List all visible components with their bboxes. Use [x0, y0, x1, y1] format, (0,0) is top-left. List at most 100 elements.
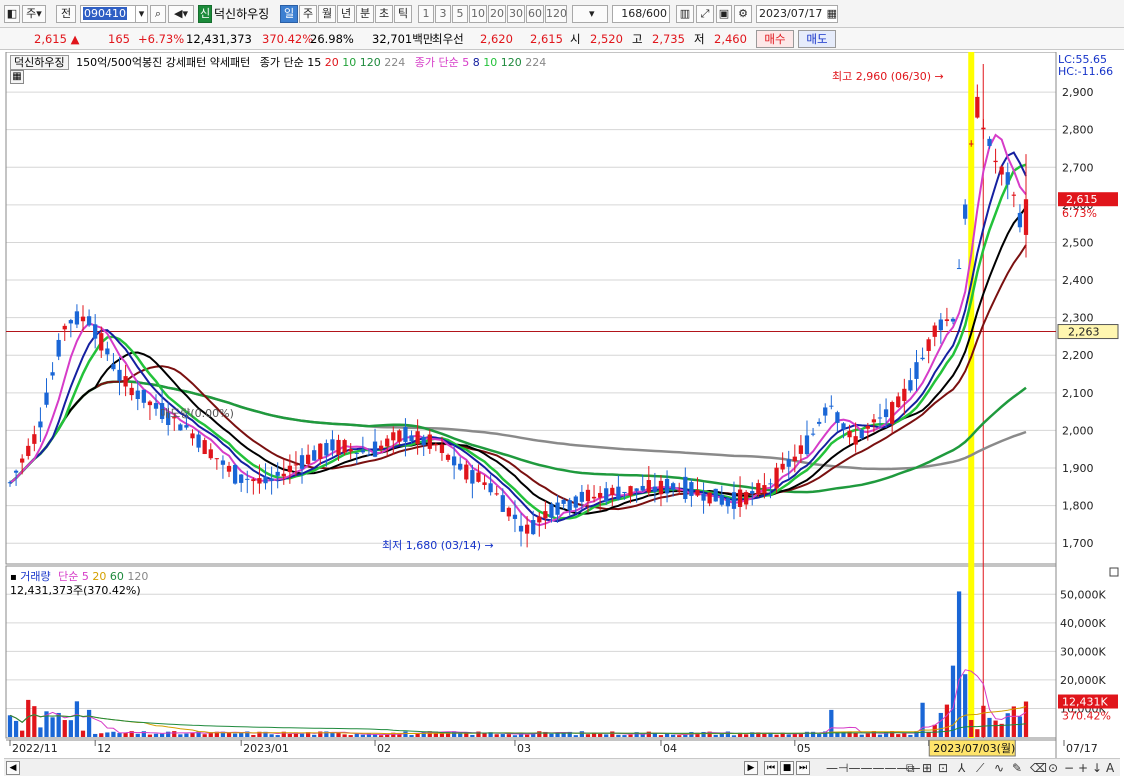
save-icon[interactable]: ▣: [716, 5, 732, 23]
stop-icon[interactable]: ■: [780, 761, 794, 775]
volume-bar: [105, 732, 110, 737]
candle-type-icon[interactable]: ▥: [676, 5, 694, 23]
split-icon[interactable]: ⊡: [938, 761, 948, 775]
market-type-select[interactable]: 주▾: [22, 5, 46, 23]
interval-button-120[interactable]: 120: [545, 5, 567, 23]
candle-body: [537, 516, 542, 523]
grid-icon[interactable]: ⊞: [922, 761, 932, 775]
buy-button[interactable]: 매수: [756, 30, 794, 48]
period-button-2[interactable]: 월: [318, 5, 336, 23]
magnify-icon[interactable]: ⊙: [1048, 761, 1058, 775]
candle-body: [129, 387, 134, 396]
candle-body: [20, 458, 25, 463]
chart-kind-button[interactable]: 전: [56, 5, 76, 23]
first-page-icon[interactable]: ⏮: [764, 761, 778, 775]
volume-bar: [68, 720, 73, 737]
arrow-down-icon[interactable]: ↓: [1092, 761, 1102, 775]
fork-icon[interactable]: ⅄: [958, 761, 965, 775]
price-legend: 덕신하우징 150억/500억봉진 강세패턴 약세패턴 종가 단순 15 20 …: [10, 54, 546, 70]
candle-body: [263, 476, 268, 484]
window-menu-icon[interactable]: ◧: [4, 5, 20, 23]
candle-body: [719, 494, 724, 505]
price-tick-label: 2,800: [1062, 124, 1094, 137]
volume-bar: [403, 731, 408, 737]
period-button-6[interactable]: 틱: [394, 5, 412, 23]
volume-tick-label: 30,000K: [1060, 645, 1106, 658]
interval-button-1[interactable]: 1: [418, 5, 434, 23]
candle-body: [403, 426, 408, 442]
x-tick-label: 02: [377, 742, 391, 755]
volume-bar: [74, 701, 80, 737]
font-size-icon[interactable]: A: [1106, 761, 1114, 775]
scroll-left-button[interactable]: ◀: [6, 761, 20, 775]
volume-bar: [251, 734, 256, 737]
speaker-icon[interactable]: ◀▾: [168, 5, 194, 23]
sell-button[interactable]: 매도: [798, 30, 836, 48]
period-button-5[interactable]: 초: [375, 5, 393, 23]
volume-bar: [646, 731, 651, 737]
volume-bar: [506, 734, 512, 737]
interval-button-3[interactable]: 3: [435, 5, 451, 23]
volume-bar: [482, 733, 487, 737]
count-input[interactable]: 168/600: [612, 5, 670, 23]
interval-button-30[interactable]: 30: [507, 5, 525, 23]
candle-body: [707, 492, 712, 504]
zoom-in-icon[interactable]: +: [1078, 761, 1088, 775]
eraser-icon[interactable]: ⌫: [1030, 761, 1047, 775]
candle-body: [810, 433, 816, 435]
zoom-out-icon[interactable]: −: [1064, 761, 1074, 775]
candle-body: [944, 319, 950, 322]
wave-icon[interactable]: ∿: [994, 761, 1004, 775]
stock-name-legend[interactable]: 덕신하우징: [10, 55, 69, 70]
interval-button-5[interactable]: 5: [452, 5, 468, 23]
line-icon[interactable]: ⟋: [976, 761, 984, 775]
next-page-icon[interactable]: ⏭: [796, 761, 810, 775]
volume-bar: [172, 731, 177, 737]
candle-body: [13, 470, 19, 473]
search-icon[interactable]: ⌕: [150, 5, 166, 23]
zoom-icon[interactable]: ⤢: [696, 5, 714, 23]
candle-body: [141, 389, 146, 403]
chart-scrollbar[interactable]: ◀ ▶ ⏮ ■ ⏭ —⊣—————— ⧉ ⊞ ⊡ ⅄ ⟋ ∿ ✎ ⌫ ⊙ − +…: [4, 758, 1120, 776]
interval-custom-select[interactable]: ▾: [572, 5, 608, 23]
candle-body: [105, 348, 110, 355]
chart-area[interactable]: 2,9002,8002,7002,6002,5002,4002,3002,200…: [4, 51, 1120, 758]
volume-bar: [616, 734, 621, 737]
candle-body: [926, 339, 931, 351]
candle-body: [348, 449, 353, 452]
calculator-icon[interactable]: ▦: [10, 70, 24, 84]
date-input[interactable]: 2023/07/17 ▦: [756, 5, 838, 23]
price-tick-label: 2,300: [1062, 312, 1094, 325]
period-button-4[interactable]: 분: [356, 5, 374, 23]
volume-bar: [123, 733, 128, 737]
candle-body: [245, 478, 250, 480]
interval-button-10[interactable]: 10: [469, 5, 487, 23]
candle-body: [598, 492, 603, 498]
scroll-right-button[interactable]: ▶: [744, 761, 758, 775]
period-button-0[interactable]: 일: [280, 5, 298, 23]
ma-legend-1-p2: 120: [359, 56, 381, 69]
volume-bar: [817, 734, 822, 737]
ma5-line: [9, 133, 1027, 527]
pen-icon[interactable]: ✎: [1012, 761, 1022, 775]
layout-icon[interactable]: ⧉: [906, 761, 915, 775]
candle-body: [220, 460, 226, 465]
candle-body: [567, 500, 572, 511]
volume-bar: [604, 734, 609, 737]
candle-body: [135, 390, 140, 400]
x-tick-label: 05: [797, 742, 811, 755]
volume-bar: [1011, 706, 1016, 737]
period-button-1[interactable]: 주: [299, 5, 317, 23]
candle-body: [853, 436, 858, 445]
interval-button-60[interactable]: 60: [526, 5, 544, 23]
code-input[interactable]: 090410 ▾: [80, 5, 148, 23]
ma10-line: [9, 163, 1027, 521]
volume-bar: [500, 734, 505, 737]
candle-body: [549, 504, 554, 518]
volume-bar: [677, 735, 682, 737]
period-button-3[interactable]: 년: [337, 5, 355, 23]
change-percent: +6.73%: [138, 32, 185, 46]
settings-gear-icon[interactable]: ⚙: [734, 5, 752, 23]
candle-body: [178, 424, 183, 431]
interval-button-20[interactable]: 20: [488, 5, 506, 23]
